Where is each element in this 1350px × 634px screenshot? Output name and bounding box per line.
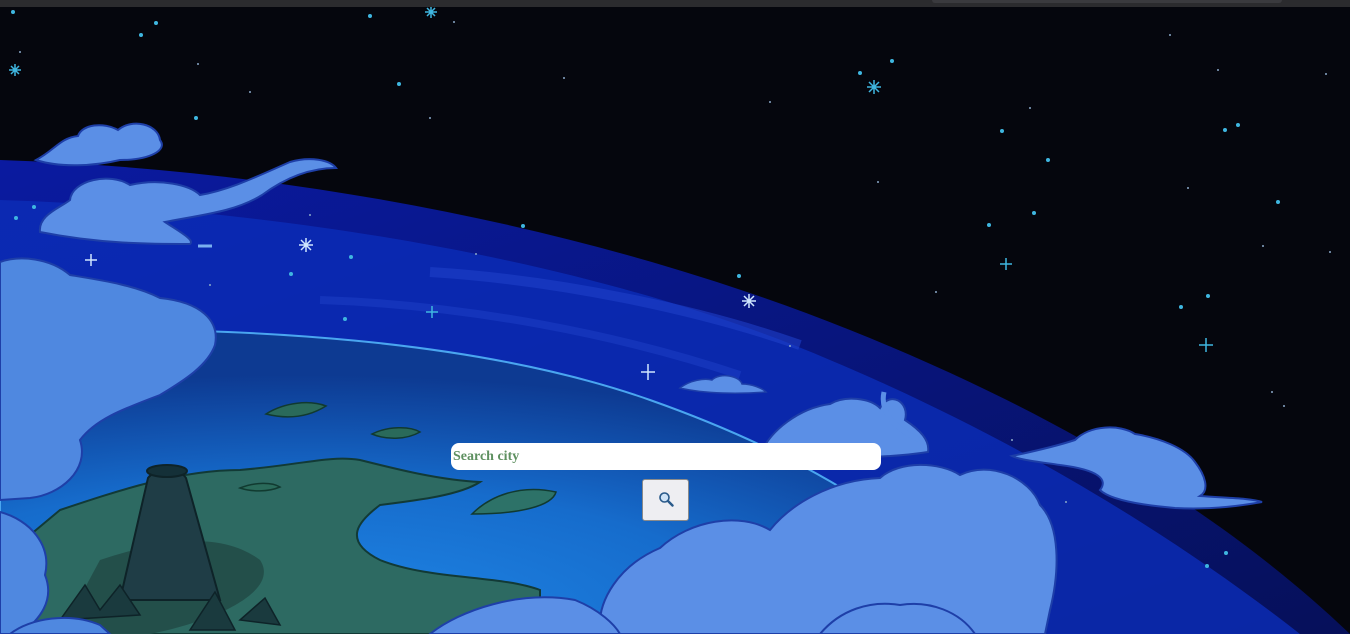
magnifying-glass-icon bbox=[658, 491, 674, 510]
search-button[interactable] bbox=[642, 479, 689, 521]
browser-tab-strip bbox=[932, 0, 1282, 3]
space-earth-background bbox=[0, 7, 1350, 634]
browser-top-bar bbox=[0, 0, 1350, 7]
search-input[interactable] bbox=[451, 443, 881, 470]
